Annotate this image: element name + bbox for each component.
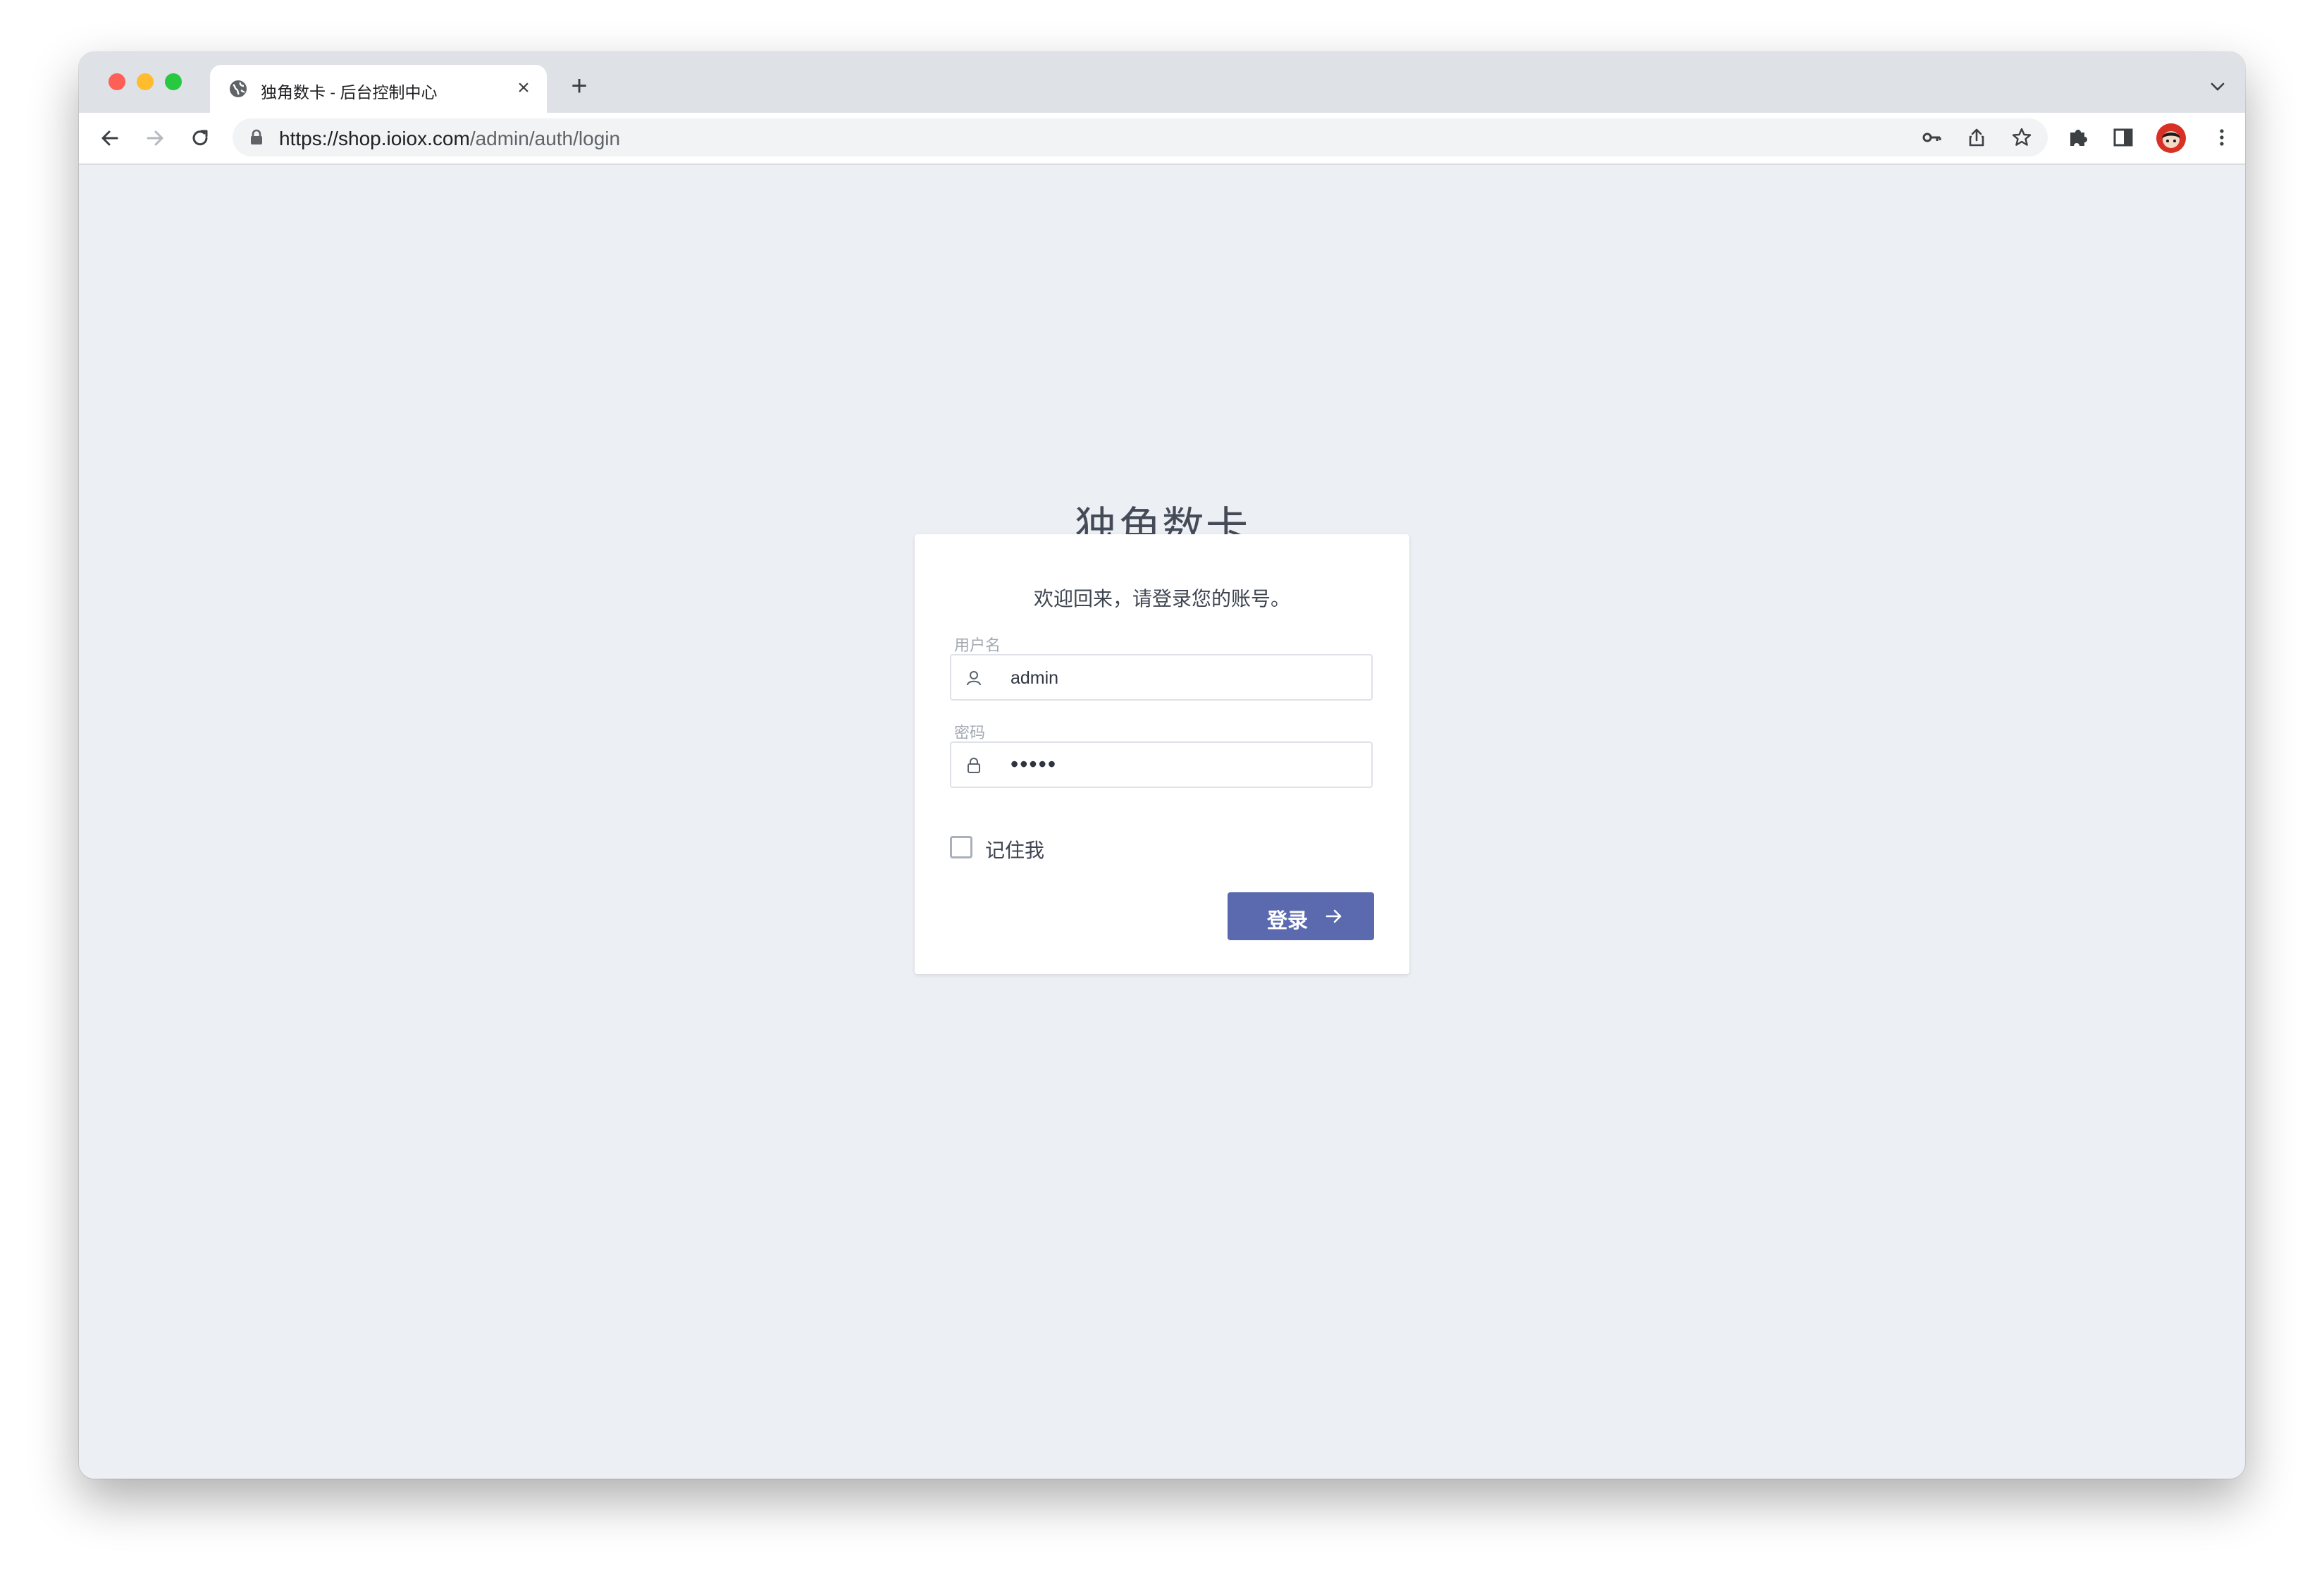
tab-close-button[interactable]: × (513, 78, 534, 99)
user-icon (967, 671, 981, 686)
maximize-window-button[interactable] (165, 73, 182, 90)
page-content: 独角数卡 欢迎回来，请登录您的账号。 用户名 admin 密码 ••••• 记住… (79, 165, 2245, 1479)
username-label: 用户名 (954, 636, 1001, 654)
arrow-right-icon (1325, 909, 1342, 923)
more-menu-icon[interactable] (2210, 125, 2234, 149)
password-field[interactable]: ••••• (950, 741, 1373, 788)
browser-toolbar: https://shop.ioiox.com/admin/auth/login (79, 113, 2245, 165)
tab-title: 独角数卡 - 后台控制中心 (261, 83, 438, 101)
url-path: /admin/auth/login (469, 128, 621, 149)
welcome-message: 欢迎回来，请登录您的账号。 (1033, 588, 1290, 610)
login-button-label: 登录 (1267, 910, 1309, 932)
login-card: 欢迎回来，请登录您的账号。 用户名 admin 密码 ••••• 记住我 登录 (915, 534, 1409, 974)
profile-face-icon (2162, 131, 2180, 148)
url-host: https://shop.ioiox.com (279, 128, 470, 149)
password-label: 密码 (954, 724, 986, 741)
extensions-puzzle-icon[interactable] (2066, 125, 2090, 149)
url-text: https://shop.ioiox.com/admin/auth/login (279, 128, 620, 150)
tab-bar: 独角数卡 - 后台控制中心 × + (79, 52, 2245, 113)
globe-icon (230, 80, 247, 97)
browser-window: 独角数卡 - 后台控制中心 × + https://shop.ioiox.com… (79, 52, 2245, 1479)
remember-me-label[interactable]: 记住我 (985, 835, 1044, 863)
address-bar[interactable]: https://shop.ioiox.com/admin/auth/login (233, 118, 2048, 156)
lock-icon[interactable] (248, 128, 265, 147)
reload-icon[interactable] (187, 125, 213, 151)
new-tab-button[interactable]: + (565, 72, 593, 100)
side-panel-icon[interactable] (2111, 125, 2135, 149)
share-icon[interactable] (1966, 127, 1987, 148)
close-window-button[interactable] (109, 73, 125, 90)
login-button[interactable]: 登录 (1228, 892, 1374, 940)
minimize-window-button[interactable] (137, 73, 154, 90)
bookmark-star-icon[interactable] (2011, 127, 2032, 148)
username-value: admin (1010, 668, 1059, 688)
forward-arrow-icon[interactable] (142, 125, 168, 151)
back-arrow-icon[interactable] (97, 125, 123, 151)
password-value: ••••• (1010, 751, 1058, 777)
remember-me-checkbox[interactable] (950, 836, 972, 858)
profile-avatar[interactable] (2156, 123, 2186, 153)
browser-tab[interactable]: 独角数卡 - 后台控制中心 × (210, 65, 547, 113)
username-field[interactable]: admin (950, 654, 1373, 701)
key-icon[interactable] (1921, 127, 1942, 148)
chevron-down-icon[interactable] (2208, 78, 2227, 96)
lock-icon (968, 758, 980, 773)
